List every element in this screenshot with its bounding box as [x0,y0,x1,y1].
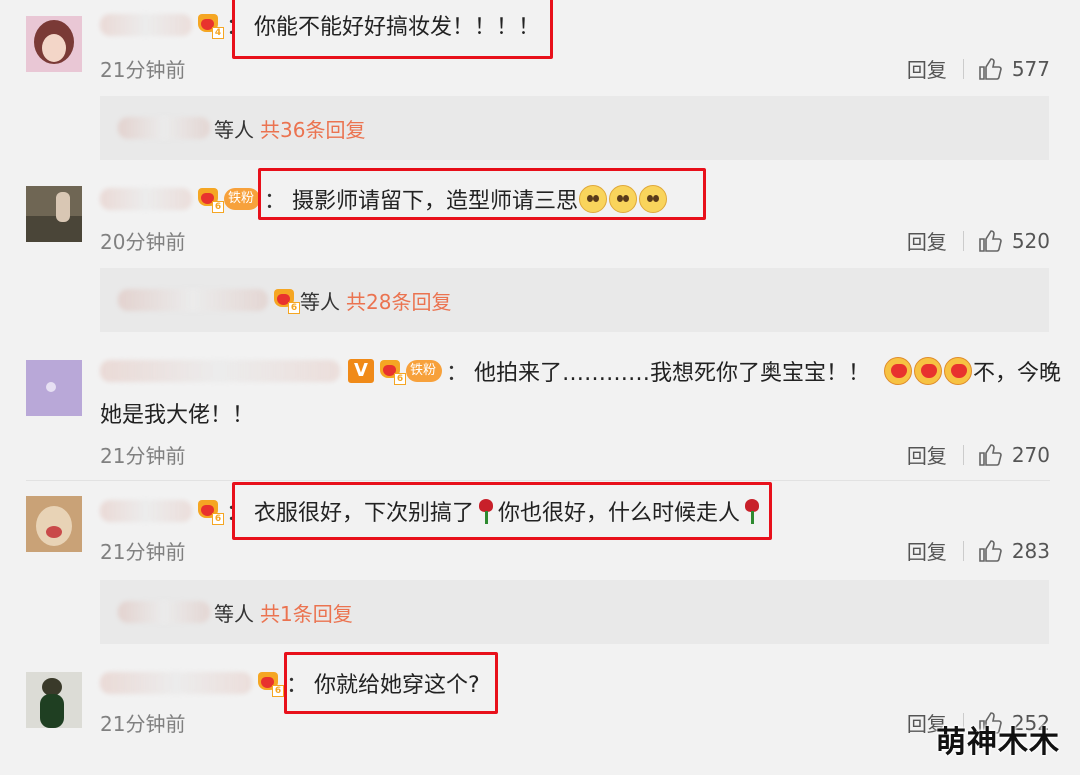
colon: ： [264,189,287,214]
vip-crown-icon: 6 [272,287,300,314]
timestamp: 21分钟前 [100,444,186,468]
divider [962,444,964,465]
rose-icon [741,497,763,525]
comment-text-cont: 你也很好，什么时候走人 [498,501,741,526]
divider [962,58,964,79]
like-count: 270 [1011,442,1050,467]
like-count: 577 [1011,56,1050,81]
kiss-face-icon [914,357,943,385]
vip-crown-icon: 6 [378,358,406,385]
kiss-face-icon [944,357,973,385]
sub-reply-total-link[interactable]: 共28条回复 [346,286,451,315]
comment-text: 衣服很好，下次别搞了 [254,501,475,526]
thumbs-up-icon[interactable] [978,57,1002,81]
colon: ： [226,501,249,526]
sub-reply-users[interactable] [118,601,210,623]
reply-button[interactable]: 回复 [907,440,947,469]
comment-actions: 回复 577 [907,54,1050,83]
comment-header: V 6 铁粉 ： 他拍来了…………我想死你了奥宝宝！！ 不，今晚 [100,354,1061,388]
sub-reply-etc: 等人 [300,289,340,314]
timestamp: 21分钟前 [100,540,186,564]
like-count: 283 [1011,538,1050,563]
thumbs-up-icon[interactable] [978,539,1002,563]
kiss-face-icon [884,357,913,385]
colon: ： [446,361,469,386]
comment-text: 你能不能好好搞妆发！！！！ [254,15,541,40]
fan-badge: 铁粉 [406,360,443,382]
comment-actions: 回复 270 [907,440,1050,469]
comment-actions: 回复 520 [907,226,1050,255]
comment-header: 6 ： 衣服很好，下次别搞了 你也很好，什么时候走人 [100,494,764,528]
username[interactable] [100,14,192,36]
sub-reply-total-link[interactable]: 共1条回复 [260,598,353,627]
sub-reply-etc: 等人 [214,117,254,142]
comment-text: 他拍来了…………我想死你了奥宝宝！！ [474,361,871,386]
username[interactable] [100,672,252,694]
username[interactable] [100,500,192,522]
divider [962,230,964,251]
colon: ： [226,15,249,40]
colon: ： [286,673,309,698]
avatar[interactable] [26,16,82,72]
reply-button[interactable]: 回复 [907,54,947,83]
vip-crown-icon: 6 [196,186,224,213]
divider [26,480,1050,481]
sad-face-icon [609,185,638,213]
comment-text-end: 她是我大佬！！ [100,403,255,428]
username[interactable] [100,360,340,382]
fan-badge: 铁粉 [224,188,261,210]
like-count: 520 [1011,228,1050,253]
thumbs-up-icon[interactable] [978,443,1002,467]
avatar[interactable] [26,672,82,728]
comment-header: 6 铁粉 ： 摄影师请留下，造型师请三思 [100,182,668,216]
comment-header: 6 ： 你就给她穿这个? [100,666,480,700]
timestamp: 21分钟前 [100,712,186,736]
vip-crown-icon: 4 [196,12,224,39]
timestamp: 21分钟前 [100,58,186,82]
verified-v-icon: V [348,359,374,383]
comment-actions: 回复 283 [907,536,1050,565]
reply-button[interactable]: 回复 [907,226,947,255]
comment-text: 摄影师请留下，造型师请三思 [292,189,579,214]
sub-reply-users[interactable] [118,117,210,139]
sad-face-icon [579,185,608,213]
avatar[interactable] [26,496,82,552]
avatar[interactable] [26,186,82,242]
comment-text-line2: 她是我大佬！！ [100,396,254,430]
vip-crown-icon: 6 [256,670,284,697]
watermark: 萌神木木 [936,725,1060,760]
sub-reply-etc: 等人 [214,601,254,626]
comment-text-cont: 不，今晚 [973,361,1062,386]
username[interactable] [100,188,192,210]
vip-crown-icon: 6 [196,498,224,525]
rose-icon [475,497,497,525]
comment-text: 你就给她穿这个? [314,673,480,698]
comment-header: 4 ： 你能不能好好搞妆发！！！！ [100,8,540,42]
thumbs-up-icon[interactable] [978,229,1002,253]
sub-replies-bar[interactable]: 6 等人 共28条回复 [100,268,1049,332]
timestamp: 20分钟前 [100,230,186,254]
avatar[interactable] [26,360,82,416]
sub-reply-users[interactable] [118,289,268,311]
reply-button[interactable]: 回复 [907,536,947,565]
divider [962,540,964,561]
sub-replies-bar[interactable]: 等人 共36条回复 [100,96,1049,160]
sad-face-icon [639,185,668,213]
sub-replies-bar[interactable]: 等人 共1条回复 [100,580,1049,644]
sub-reply-total-link[interactable]: 共36条回复 [260,114,365,143]
